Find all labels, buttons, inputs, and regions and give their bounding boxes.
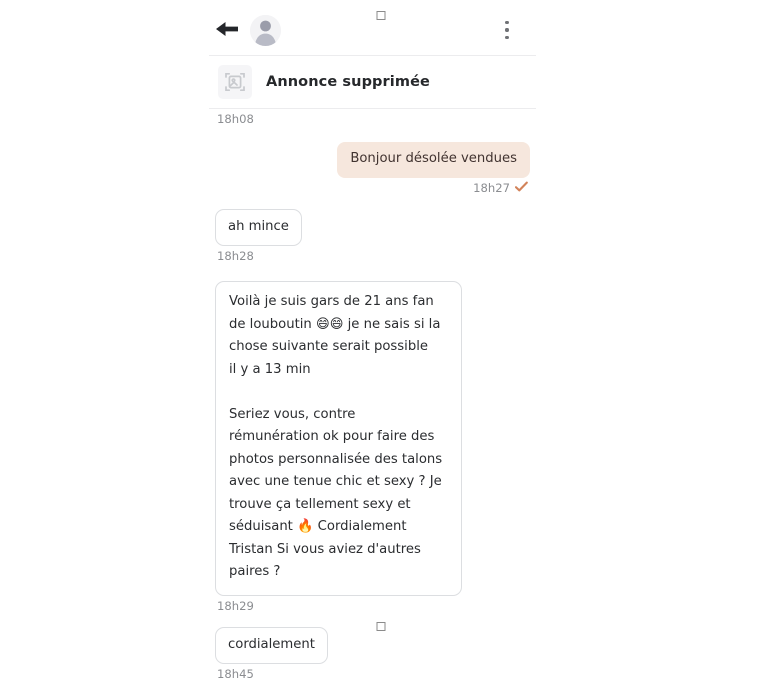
listing-thumbnail [218, 65, 252, 99]
kebab-dot-3 [505, 36, 508, 39]
listing-title: Annonce supprimée [266, 74, 430, 90]
message-meta: 18h28 [215, 249, 256, 263]
listing-timestamp: 18h08 [209, 109, 536, 126]
kebab-dot-1 [505, 21, 508, 24]
message-meta: 18h29 [215, 599, 256, 613]
back-button[interactable] [214, 19, 240, 39]
kebab-dot-2 [505, 28, 508, 31]
listing-banner[interactable]: Annonce supprimée [209, 55, 536, 109]
message-timestamp: 18h45 [217, 667, 254, 681]
back-arrow-icon [214, 19, 240, 39]
message-row: cordialement 18h45 [209, 627, 536, 681]
message-meta: 18h45 [215, 667, 256, 681]
message-row: ah mince 18h28 [209, 209, 536, 264]
message-thread: 18h08 Bonjour désolée vendues 18h27 ah m… [209, 109, 536, 681]
message-bubble-received-long[interactable]: Voilà je suis gars de 21 ans fan de loub… [215, 281, 462, 596]
chat-header [209, 0, 536, 55]
read-check-icon [515, 181, 528, 195]
chat-screen: Annonce supprimée 18h08 Bonjour désolée … [209, 0, 536, 642]
message-row: Voilà je suis gars de 21 ans fan de loub… [209, 281, 536, 613]
avatar[interactable] [250, 15, 281, 46]
message-timestamp: 18h29 [217, 599, 254, 613]
message-bubble-received[interactable]: cordialement [215, 627, 328, 665]
message-bubble-received[interactable]: ah mince [215, 209, 302, 247]
message-meta: 18h27 [471, 181, 530, 195]
message-bubble-sent[interactable]: Bonjour désolée vendues [337, 142, 530, 178]
default-user-avatar-icon [250, 15, 281, 46]
deleted-image-placeholder-icon [224, 71, 246, 93]
message-timestamp: 18h28 [217, 249, 254, 263]
message-row: Bonjour désolée vendues 18h27 [209, 142, 536, 195]
message-timestamp: 18h27 [473, 181, 510, 195]
overflow-menu-button[interactable] [498, 19, 516, 41]
